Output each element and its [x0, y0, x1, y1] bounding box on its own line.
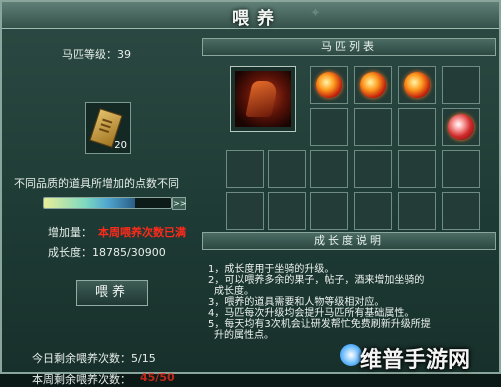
horse-level-label: 马匹等级：39	[62, 48, 131, 61]
growth-description: 1，成长度用于坐骑的升级。 2，可以喂养多余的果子，帖子，酒来增加坐骑的 成长度…	[208, 264, 478, 341]
desc-line-3: 成长度。	[214, 286, 254, 297]
fire-orb-icon	[316, 72, 342, 98]
item-slot-5[interactable]	[310, 108, 348, 146]
item-slot-13[interactable]	[398, 150, 436, 188]
item-slot-9[interactable]	[226, 150, 264, 188]
item-slot-1[interactable]	[310, 66, 348, 104]
fire-orb-icon	[404, 72, 430, 98]
growth-value-label: 成长度：18785/30900	[48, 246, 166, 259]
item-slot-3[interactable]	[398, 66, 436, 104]
desc-line-6: 5，每天均有3次机会让研发帮忙免费刷新升级所提	[208, 319, 431, 330]
increase-value: 本周喂养次数已满	[98, 226, 186, 239]
growth-progress-bar	[43, 197, 172, 209]
watermark-logo-icon	[340, 344, 362, 366]
item-slot-18[interactable]	[354, 192, 392, 230]
item-slot-12[interactable]	[354, 150, 392, 188]
item-slot-2[interactable]	[354, 66, 392, 104]
background-title-decoration	[60, 7, 210, 21]
item-slot-15[interactable]	[226, 192, 264, 230]
horse-slot-selected[interactable]	[230, 66, 296, 132]
window-title: 喂养	[232, 9, 282, 29]
desc-line-1: 1，成长度用于坐骑的升级。	[208, 264, 335, 275]
title-bar[interactable]: 喂养 ✦	[2, 2, 499, 29]
quality-hint: 不同品质的道具所增加的点数不同	[14, 177, 179, 190]
item-slot-4[interactable]	[442, 66, 480, 104]
item-slot-10[interactable]	[268, 150, 306, 188]
horse-list-grid	[222, 66, 480, 230]
item-slot-16[interactable]	[268, 192, 306, 230]
weekly-remaining-value: 45/50	[140, 371, 175, 384]
growth-progress-fill	[44, 198, 136, 208]
desc-line-2: 2，可以喂养多余的果子，帖子，酒来增加坐骑的	[208, 275, 425, 286]
item-slot-7[interactable]	[398, 108, 436, 146]
item-slot-20[interactable]	[442, 192, 480, 230]
right-panel: 马匹列表 成长度说明 1，成长度用于坐骑的升级。 2，可以喂养多余的果子，帖子，…	[202, 38, 496, 368]
daily-remaining-label: 今日剩余喂养次数：5/15	[32, 352, 156, 365]
weekly-remaining-label: 本周剩余喂养次数：	[32, 373, 131, 386]
desc-line-5: 4，马匹每次升级均会提升马匹所有基础属性。	[208, 308, 415, 319]
progress-arrow-button[interactable]: >>	[172, 197, 186, 210]
feed-button[interactable]: 喂养	[76, 280, 148, 306]
item-count: 20	[114, 140, 127, 151]
item-slot-19[interactable]	[398, 192, 436, 230]
item-slot-11[interactable]	[310, 150, 348, 188]
growth-desc-header: 成长度说明	[202, 232, 496, 250]
horse-list-header: 马匹列表	[202, 38, 496, 56]
left-panel: 马匹等级：39 20 不同品质的道具所增加的点数不同 >> 增加量： 本周喂养次…	[10, 32, 200, 386]
fire-orb-icon	[360, 72, 386, 98]
feed-item-slot[interactable]: 20	[85, 102, 131, 154]
item-slot-6[interactable]	[354, 108, 392, 146]
red-orb-icon	[448, 114, 474, 140]
item-slot-17[interactable]	[310, 192, 348, 230]
desc-line-7: 升的属性点。	[214, 330, 274, 341]
item-slot-8[interactable]	[442, 108, 480, 146]
increase-label: 增加量：	[48, 226, 92, 239]
background-title-glyph: ✦	[310, 6, 321, 21]
site-watermark: 维普手游网	[360, 348, 471, 373]
desc-line-4: 3，喂养的道具需要和人物等级相对应。	[208, 297, 385, 308]
item-slot-14[interactable]	[442, 150, 480, 188]
horse-portrait-icon	[235, 71, 291, 127]
feed-window: 喂养 ✦ 马匹等级：39 20 不同品质的道具所增加的点数不同 >> 增加量： …	[0, 0, 501, 386]
